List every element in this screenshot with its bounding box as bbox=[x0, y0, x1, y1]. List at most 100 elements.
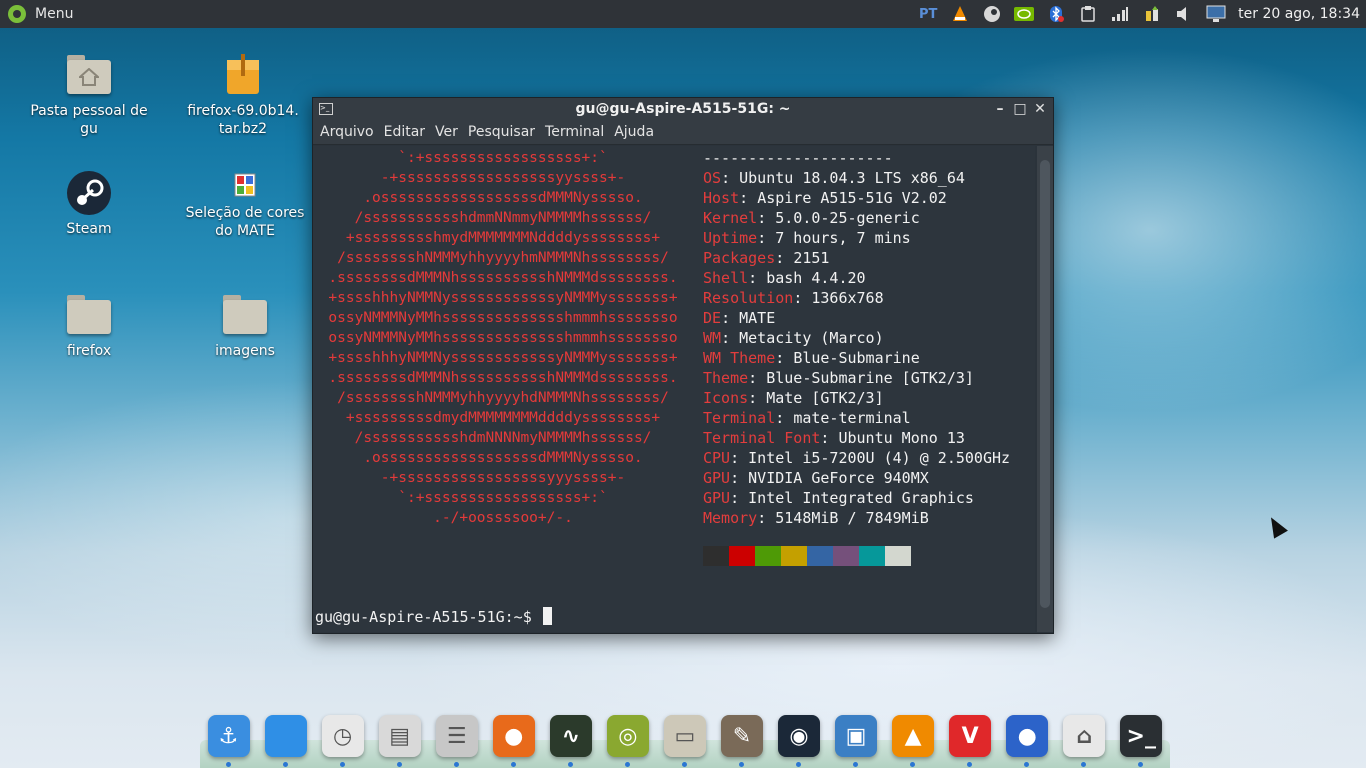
info-line: Host: Aspire A515-51G V2.02 bbox=[703, 189, 947, 207]
window-title: gu@gu-Aspire-A515-51G: ~ bbox=[575, 101, 791, 117]
desktop-icon-imagens-folder[interactable]: imagens bbox=[180, 292, 310, 360]
logo-line: +ssssssssshmydMMMMMMMNddddyssssssss+ bbox=[345, 230, 661, 246]
running-indicator bbox=[396, 762, 402, 767]
desktop-icon-label: Steam bbox=[66, 221, 112, 237]
updates-icon[interactable] bbox=[1141, 4, 1163, 24]
palette-swatch bbox=[807, 546, 833, 566]
clipboard-icon[interactable] bbox=[1077, 4, 1099, 24]
firefox-icon[interactable]: ● bbox=[490, 712, 538, 767]
menu-ver[interactable]: Ver bbox=[430, 124, 463, 140]
logo-line: .ossssssssssssssssssdMMMNysssso. bbox=[363, 190, 643, 206]
terminal-menubar: Arquivo Editar Ver Pesquisar Terminal Aj… bbox=[313, 120, 1053, 145]
network-signal-icon[interactable] bbox=[1109, 4, 1131, 24]
system-monitor-icon[interactable]: ∿ bbox=[547, 712, 595, 767]
scrollbar-thumb[interactable] bbox=[1040, 160, 1050, 608]
window-titlebar[interactable]: >_ gu@gu-Aspire-A515-51G: ~ – □ ✕ bbox=[313, 98, 1053, 120]
steam-icon[interactable] bbox=[981, 4, 1003, 24]
info-line: Resolution: 1366x768 bbox=[703, 289, 884, 307]
main-menu-button[interactable]: Menu bbox=[0, 0, 81, 28]
volume-icon[interactable] bbox=[1173, 4, 1195, 24]
bluetooth-icon[interactable] bbox=[1045, 4, 1067, 24]
desktop-icon-color-selector[interactable]: Seleção de cores do MATE bbox=[180, 170, 310, 240]
palette-swatch bbox=[781, 546, 807, 566]
steam-icon[interactable]: ◉ bbox=[775, 712, 823, 767]
store-bag-icon[interactable]: ⌂ bbox=[1060, 712, 1108, 767]
logo-line: .ssssssssdMMMNhsssssssssshNMMMdssssssss. bbox=[328, 270, 678, 286]
info-key: DE bbox=[703, 309, 722, 327]
file-cabinet-icon[interactable]: ▤ bbox=[376, 712, 424, 767]
info-key: Kernel bbox=[703, 209, 758, 227]
vivaldi-icon[interactable]: V bbox=[946, 712, 994, 767]
dock: ⚓ ◷ ▤ ☰ ● ∿ ◎ ▭ ✎ ◉ ▣ ▲ V ● ⌂ >_ bbox=[200, 712, 1170, 768]
terminal-scrollbar[interactable] bbox=[1037, 146, 1053, 632]
desktop-icon-steam[interactable]: Steam bbox=[24, 170, 154, 238]
desktop-icon-home-folder[interactable]: Pasta pessoal de gu bbox=[24, 52, 154, 138]
home-folder-icon bbox=[65, 52, 113, 98]
show-desktop-icon[interactable] bbox=[262, 712, 310, 767]
nvidia-icon[interactable] bbox=[1013, 4, 1035, 24]
terminal-window[interactable]: >_ gu@gu-Aspire-A515-51G: ~ – □ ✕ Arquiv… bbox=[312, 97, 1054, 634]
running-indicator bbox=[1138, 762, 1144, 767]
folder-icon bbox=[221, 292, 269, 338]
info-key: WM Theme bbox=[703, 349, 776, 367]
info-key: Memory bbox=[703, 509, 758, 527]
logo-line: `:+ssssssssssssssssss+:` bbox=[398, 490, 608, 506]
vlc-icon[interactable] bbox=[949, 4, 971, 24]
palette-swatch bbox=[885, 546, 911, 566]
info-value: Intel i5-7200U (4) @ 2.500GHz bbox=[748, 449, 1011, 467]
info-value: 5148MiB / 7849MiB bbox=[775, 509, 929, 527]
virtualbox-icon[interactable]: ▣ bbox=[832, 712, 880, 767]
steam-icon-glyph: ◉ bbox=[777, 715, 820, 757]
minimize-button[interactable]: – bbox=[991, 100, 1009, 118]
desktop-icon-label: firefox bbox=[66, 343, 112, 359]
menu-ajuda[interactable]: Ajuda bbox=[609, 124, 659, 140]
running-indicator bbox=[339, 762, 345, 767]
running-indicator bbox=[853, 762, 859, 767]
palette-swatch bbox=[859, 546, 885, 566]
logo-line: .-/+oossssoo+/-. bbox=[433, 510, 573, 526]
running-indicator bbox=[910, 762, 916, 767]
ubuntu-software-icon[interactable]: ◎ bbox=[604, 712, 652, 767]
keyboard-layout-indicator[interactable]: PT bbox=[917, 4, 939, 24]
running-indicator bbox=[795, 762, 801, 767]
files-icon[interactable]: ▭ bbox=[661, 712, 709, 767]
close-button[interactable]: ✕ bbox=[1031, 100, 1049, 118]
anchor-icon[interactable]: ⚓ bbox=[205, 712, 253, 767]
prompt-text: gu@gu-Aspire-A515-51G:~$ bbox=[315, 608, 532, 626]
gimp-icon[interactable]: ✎ bbox=[718, 712, 766, 767]
terminal-icon[interactable]: >_ bbox=[1117, 712, 1165, 767]
logo-line: +sssshhhyNMMNyssssssssssssyNMMMysssssss+ bbox=[328, 350, 678, 366]
firefox-nightly-icon[interactable]: ● bbox=[1003, 712, 1051, 767]
display-icon[interactable] bbox=[1205, 4, 1227, 24]
info-line: Icons: Mate [GTK2/3] bbox=[703, 389, 884, 407]
clock-icon[interactable]: ◷ bbox=[319, 712, 367, 767]
terminal-output[interactable]: `:+ssssssssssssssssss+:` -+ssssssssssssss… bbox=[313, 146, 1035, 632]
mate-logo-icon bbox=[8, 5, 26, 23]
info-line: Terminal Font: Ubuntu Mono 13 bbox=[703, 429, 965, 447]
settings-panel-icon-glyph: ☰ bbox=[435, 715, 478, 757]
info-value: Blue-Submarine [GTK2/3] bbox=[766, 369, 974, 387]
desktop-icon-label: Seleção de cores do MATE bbox=[185, 205, 305, 239]
palette-swatch bbox=[729, 546, 755, 566]
clock[interactable]: ter 20 ago, 18:34 bbox=[1238, 6, 1360, 22]
menu-terminal[interactable]: Terminal bbox=[540, 124, 609, 140]
info-key: Shell bbox=[703, 269, 749, 287]
info-key: CPU bbox=[703, 449, 731, 467]
menu-editar[interactable]: Editar bbox=[379, 124, 430, 140]
vlc-icon[interactable]: ▲ bbox=[889, 712, 937, 767]
info-line: DE: MATE bbox=[703, 309, 776, 327]
mouse-pointer bbox=[1264, 513, 1288, 539]
virtualbox-icon-glyph: ▣ bbox=[835, 715, 878, 757]
logo-line: .ssssssssdMMMNhsssssssssshNMMMdssssssss. bbox=[328, 370, 678, 386]
info-key: Uptime bbox=[703, 229, 758, 247]
desktop-icon-firefox-folder[interactable]: firefox bbox=[24, 292, 154, 360]
info-value: Ubuntu 18.04.3 LTS x86_64 bbox=[739, 169, 965, 187]
maximize-button[interactable]: □ bbox=[1011, 100, 1029, 118]
files-icon-glyph: ▭ bbox=[663, 715, 706, 757]
settings-panel-icon[interactable]: ☰ bbox=[433, 712, 481, 767]
running-indicator bbox=[967, 762, 973, 767]
logo-line: ossyNMMMNyMMhsssssssssssssshmmmhssssssso bbox=[328, 330, 678, 346]
menu-arquivo[interactable]: Arquivo bbox=[315, 124, 379, 140]
desktop-icon-firefox-archive[interactable]: firefox-69.0b14.tar.bz2 bbox=[178, 52, 308, 138]
menu-pesquisar[interactable]: Pesquisar bbox=[463, 124, 540, 140]
